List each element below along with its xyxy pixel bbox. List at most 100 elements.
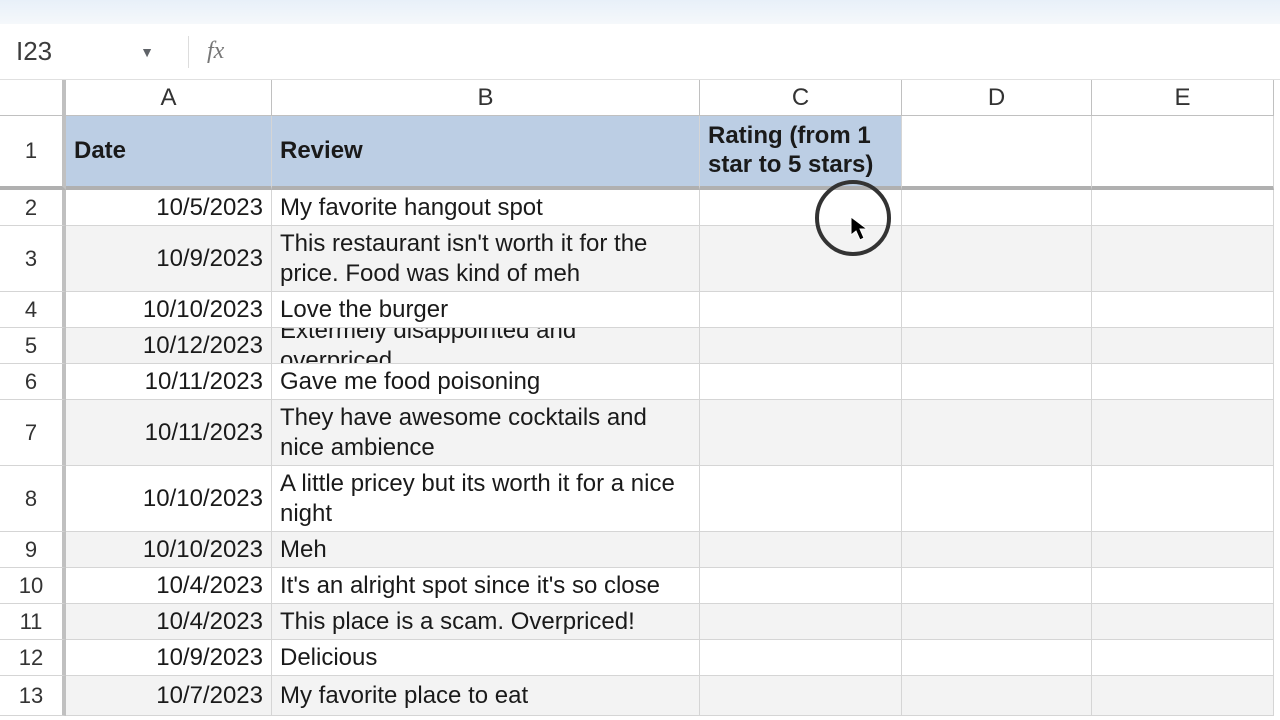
name-box[interactable]: I23 ▼ [0,24,170,79]
row-header-8[interactable]: 8 [0,466,66,532]
header-rating[interactable]: Rating (from 1 star to 5 stars) [700,116,902,190]
cell-empty[interactable] [1092,328,1274,364]
cell-rating[interactable] [700,328,902,364]
row-header-11[interactable]: 11 [0,604,66,640]
header-date[interactable]: Date [66,116,272,190]
cell-empty[interactable] [902,676,1092,716]
column-headers-row: A B C D E [66,80,1280,116]
cell-date[interactable]: 10/7/2023 [66,676,272,716]
cell-review[interactable]: My favorite place to eat [272,676,700,716]
row-header-2[interactable]: 2 [0,190,66,226]
cell-rating[interactable] [700,604,902,640]
formula-bar: I23 ▼ fx [0,24,1280,80]
row-header-6[interactable]: 6 [0,364,66,400]
cell-review[interactable]: It's an alright spot since it's so close [272,568,700,604]
cell-empty[interactable] [902,328,1092,364]
cell-date[interactable]: 10/4/2023 [66,568,272,604]
name-box-value: I23 [16,36,52,67]
cell-rating[interactable] [700,676,902,716]
select-all-corner[interactable] [0,80,66,116]
cell-empty[interactable] [1092,292,1274,328]
table-row: 10/10/2023Love the burger [66,292,1280,328]
cell-empty[interactable] [1092,532,1274,568]
col-header-C[interactable]: C [700,80,902,116]
table-row: 10/4/2023It's an alright spot since it's… [66,568,1280,604]
cell-empty[interactable] [1092,400,1274,466]
row-headers-column: 12345678910111213 [0,80,66,716]
row-header-4[interactable]: 4 [0,292,66,328]
cell-rating[interactable] [700,568,902,604]
cell-review[interactable]: Meh [272,532,700,568]
cell-rating[interactable] [700,466,902,532]
spreadsheet-grid: 12345678910111213 A B C D E DateReviewRa… [0,80,1280,716]
cell-date[interactable]: 10/5/2023 [66,190,272,226]
col-header-B[interactable]: B [272,80,700,116]
table-row: 10/12/2023Extermely disappointed and ove… [66,328,1280,364]
cell-empty[interactable] [1092,116,1274,190]
cell-date[interactable]: 10/4/2023 [66,604,272,640]
cell-empty[interactable] [1092,640,1274,676]
cell-empty[interactable] [902,292,1092,328]
table-row: 10/10/2023A little pricey but its worth … [66,466,1280,532]
table-row: 10/11/2023Gave me food poisoning [66,364,1280,400]
cell-empty[interactable] [1092,226,1274,292]
table-row: 10/10/2023Meh [66,532,1280,568]
table-row: DateReviewRating (from 1 star to 5 stars… [66,116,1280,190]
cell-empty[interactable] [1092,466,1274,532]
cell-review[interactable]: A little pricey but its worth it for a n… [272,466,700,532]
cell-empty[interactable] [902,400,1092,466]
chevron-down-icon[interactable]: ▼ [140,44,154,60]
cell-date[interactable]: 10/10/2023 [66,532,272,568]
cell-rating[interactable] [700,190,902,226]
cell-date[interactable]: 10/9/2023 [66,226,272,292]
cell-review[interactable]: They have awesome cocktails and nice amb… [272,400,700,466]
cell-empty[interactable] [902,568,1092,604]
cell-date[interactable]: 10/12/2023 [66,328,272,364]
cell-rating[interactable] [700,226,902,292]
cell-empty[interactable] [1092,568,1274,604]
cell-empty[interactable] [902,364,1092,400]
cell-empty[interactable] [902,226,1092,292]
cell-empty[interactable] [1092,190,1274,226]
cell-date[interactable]: 10/10/2023 [66,466,272,532]
row-header-13[interactable]: 13 [0,676,66,716]
cell-empty[interactable] [902,190,1092,226]
row-header-9[interactable]: 9 [0,532,66,568]
col-header-E[interactable]: E [1092,80,1274,116]
cell-review[interactable]: This place is a scam. Overpriced! [272,604,700,640]
cell-rating[interactable] [700,364,902,400]
col-header-D[interactable]: D [902,80,1092,116]
cell-rating[interactable] [700,640,902,676]
cell-empty[interactable] [902,604,1092,640]
col-header-A[interactable]: A [66,80,272,116]
cell-empty[interactable] [902,466,1092,532]
row-header-5[interactable]: 5 [0,328,66,364]
cell-empty[interactable] [1092,604,1274,640]
cell-date[interactable]: 10/11/2023 [66,364,272,400]
cell-date[interactable]: 10/11/2023 [66,400,272,466]
row-header-3[interactable]: 3 [0,226,66,292]
row-header-7[interactable]: 7 [0,400,66,466]
cell-rating[interactable] [700,292,902,328]
cell-empty[interactable] [1092,676,1274,716]
window-chrome-fade [0,0,1280,24]
cell-review[interactable]: Gave me food poisoning [272,364,700,400]
cell-review[interactable]: My favorite hangout spot [272,190,700,226]
cell-empty[interactable] [902,532,1092,568]
row-header-10[interactable]: 10 [0,568,66,604]
cell-rating[interactable] [700,400,902,466]
cell-review[interactable]: Delicious [272,640,700,676]
cell-review[interactable]: This restaurant isn't worth it for the p… [272,226,700,292]
cell-date[interactable]: 10/9/2023 [66,640,272,676]
cell-empty[interactable] [1092,364,1274,400]
cell-empty[interactable] [902,116,1092,190]
cell-review[interactable]: Love the burger [272,292,700,328]
row-header-12[interactable]: 12 [0,640,66,676]
table-row: 10/5/2023My favorite hangout spot [66,190,1280,226]
row-header-1[interactable]: 1 [0,116,66,190]
cell-rating[interactable] [700,532,902,568]
cell-empty[interactable] [902,640,1092,676]
header-review[interactable]: Review [272,116,700,190]
cell-review[interactable]: Extermely disappointed and overpriced [272,328,700,364]
cell-date[interactable]: 10/10/2023 [66,292,272,328]
